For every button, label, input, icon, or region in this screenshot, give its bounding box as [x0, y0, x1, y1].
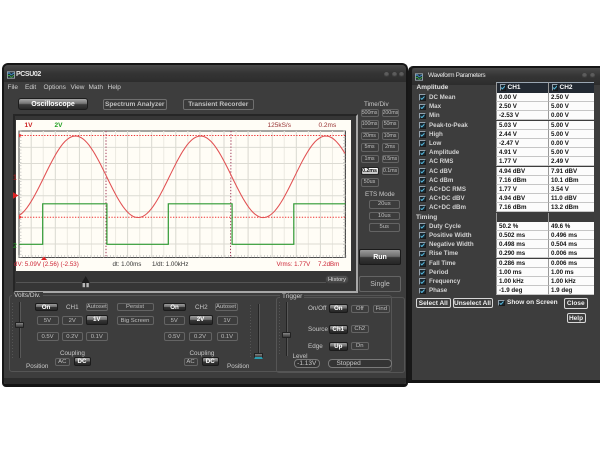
svg-text:1: 1: [13, 175, 17, 182]
svg-text:2: 2: [13, 243, 17, 250]
